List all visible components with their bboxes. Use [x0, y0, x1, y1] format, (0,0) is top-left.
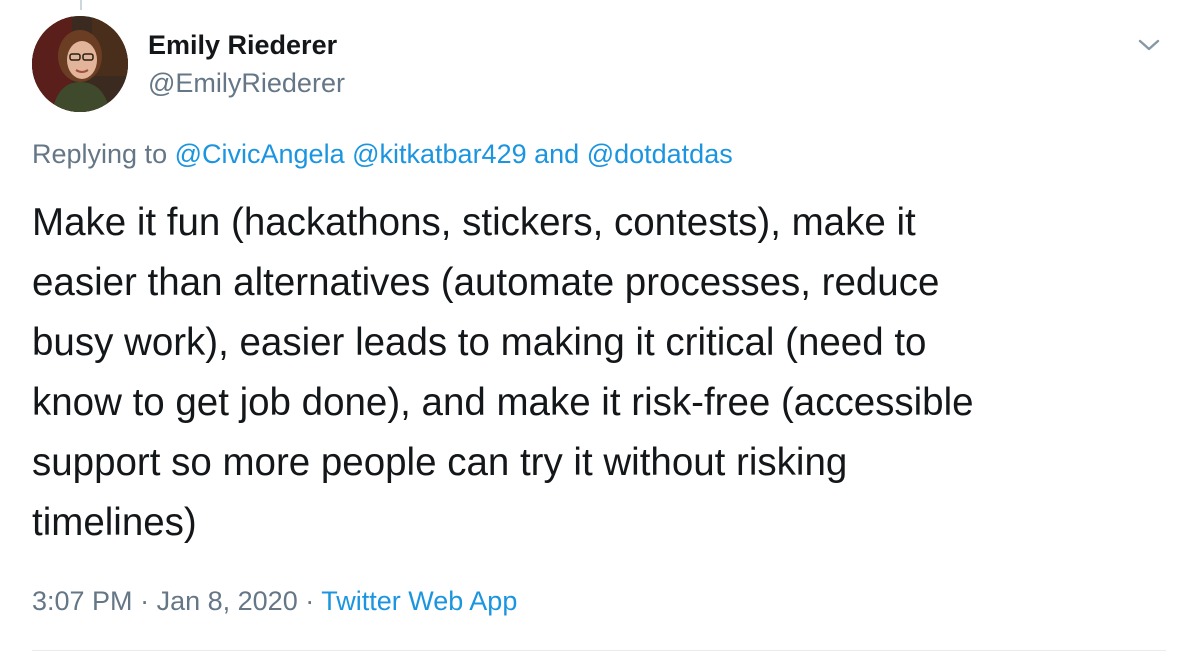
tweet-text-line: busy work), easier leads to making it cr…	[32, 321, 927, 364]
tweet-card: Emily Riederer @EmilyRiederer Replying t…	[0, 0, 1200, 654]
tweet-time[interactable]: 3:07 PM	[32, 586, 133, 616]
user-info: Emily Riederer @EmilyRiederer	[148, 26, 345, 102]
tweet-text-line: easier than alternatives (automate proce…	[32, 261, 940, 304]
user-handle[interactable]: @EmilyRiederer	[148, 64, 345, 102]
tweet-text: Make it fun (hackathons, stickers, conte…	[32, 193, 1182, 553]
chevron-down-icon	[1138, 39, 1160, 51]
replying-prefix: Replying to	[32, 139, 168, 169]
replying-conjunction: and	[534, 139, 580, 169]
tweet-text-line: support so more people can try it withou…	[32, 441, 848, 484]
avatar-photo	[32, 16, 128, 112]
replying-to: Replying to @CivicAngela @kitkatbar429 a…	[32, 136, 733, 172]
meta-separator: ·	[140, 586, 150, 616]
tweet-source-link[interactable]: Twitter Web App	[321, 586, 517, 616]
tweet-menu-button[interactable]	[1134, 30, 1164, 60]
tweet-text-line: Make it fun (hackathons, stickers, conte…	[32, 201, 916, 244]
tweet-meta: 3:07 PM · Jan 8, 2020 · Twitter Web App	[32, 583, 517, 619]
tweet-text-line: know to get job done), and make it risk-…	[32, 381, 974, 424]
thread-connector	[80, 0, 82, 10]
meta-separator: ·	[305, 586, 315, 616]
tweet-text-line: timelines)	[32, 501, 197, 544]
display-name[interactable]: Emily Riederer	[148, 26, 345, 64]
mention-kitkatbar429[interactable]: @kitkatbar429	[352, 139, 527, 169]
mention-civicangela[interactable]: @CivicAngela	[175, 139, 345, 169]
avatar[interactable]	[32, 16, 128, 112]
tweet-date[interactable]: Jan 8, 2020	[157, 586, 298, 616]
divider	[32, 650, 1166, 651]
mention-dotdatdas[interactable]: @dotdatdas	[587, 139, 733, 169]
